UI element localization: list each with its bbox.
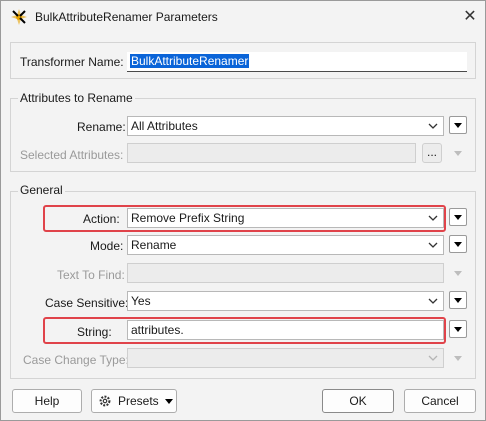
- action-select-value: Remove Prefix String: [131, 211, 245, 225]
- chevron-down-icon: [428, 298, 438, 304]
- triangle-down-icon: [165, 399, 173, 404]
- chevron-down-icon: [428, 355, 438, 361]
- action-label: Action:: [83, 212, 120, 226]
- help-button[interactable]: Help: [12, 389, 82, 413]
- browse-attributes-button[interactable]: ...: [422, 143, 442, 163]
- cancel-button[interactable]: Cancel: [404, 389, 476, 413]
- triangle-down-icon: [454, 123, 462, 128]
- string-input[interactable]: attributes.: [127, 320, 444, 340]
- triangle-down-icon: [454, 356, 462, 361]
- parameters-dialog: BulkAttributeRenamer Parameters ✕ Transf…: [0, 0, 486, 421]
- mode-select-value: Rename: [131, 238, 177, 252]
- rename-select-value: All Attributes: [131, 119, 198, 133]
- attributes-group-title: Attributes to Rename: [18, 91, 135, 105]
- chevron-down-icon: [428, 123, 438, 129]
- rename-label: Rename:: [77, 120, 126, 134]
- case-change-type-select[interactable]: [127, 348, 444, 368]
- presets-button-label: Presets: [118, 394, 159, 408]
- action-select[interactable]: Remove Prefix String: [127, 208, 444, 228]
- triangle-down-icon: [454, 327, 462, 332]
- fme-transformer-icon: [11, 9, 27, 25]
- string-options-button[interactable]: [449, 320, 467, 338]
- ok-button[interactable]: OK: [322, 389, 394, 413]
- triangle-down-icon: [454, 215, 462, 220]
- triangle-down-icon: [454, 242, 462, 247]
- mode-label: Mode:: [90, 239, 124, 253]
- title-bar: BulkAttributeRenamer Parameters ✕: [1, 1, 485, 33]
- selected-attributes-field[interactable]: [127, 143, 416, 163]
- presets-button[interactable]: Presets: [91, 389, 177, 413]
- case-change-type-options-button[interactable]: [449, 349, 467, 367]
- close-button[interactable]: ✕: [457, 5, 483, 29]
- selected-attributes-options-button[interactable]: [449, 144, 467, 162]
- rename-select[interactable]: All Attributes: [127, 116, 444, 136]
- mode-select[interactable]: Rename: [127, 235, 444, 255]
- text-to-find-label: Text To Find:: [57, 268, 125, 282]
- mode-options-button[interactable]: [449, 235, 467, 253]
- rename-options-button[interactable]: [449, 116, 467, 134]
- action-options-button[interactable]: [449, 208, 467, 226]
- triangle-down-icon: [454, 271, 462, 276]
- triangle-down-icon: [454, 298, 462, 303]
- window-title: BulkAttributeRenamer Parameters: [35, 10, 218, 24]
- chevron-down-icon: [428, 215, 438, 221]
- case-sensitive-select[interactable]: Yes: [127, 291, 444, 311]
- triangle-down-icon: [454, 151, 462, 156]
- case-sensitive-label: Case Sensitive:: [45, 296, 129, 310]
- chevron-down-icon: [428, 242, 438, 248]
- case-change-type-label: Case Change Type:: [23, 353, 129, 367]
- gear-icon: [99, 395, 111, 407]
- text-to-find-field[interactable]: [127, 263, 444, 283]
- general-group-title: General: [18, 183, 65, 197]
- transformer-name-input[interactable]: BulkAttributeRenamer: [127, 52, 467, 72]
- case-sensitive-options-button[interactable]: [449, 291, 467, 309]
- transformer-name-label: Transformer Name:: [20, 55, 124, 69]
- case-sensitive-select-value: Yes: [131, 294, 151, 308]
- transformer-name-value: BulkAttributeRenamer: [130, 54, 250, 68]
- selected-attributes-label: Selected Attributes:: [20, 148, 124, 162]
- string-label: String:: [77, 325, 112, 339]
- text-to-find-options-button[interactable]: [449, 264, 467, 282]
